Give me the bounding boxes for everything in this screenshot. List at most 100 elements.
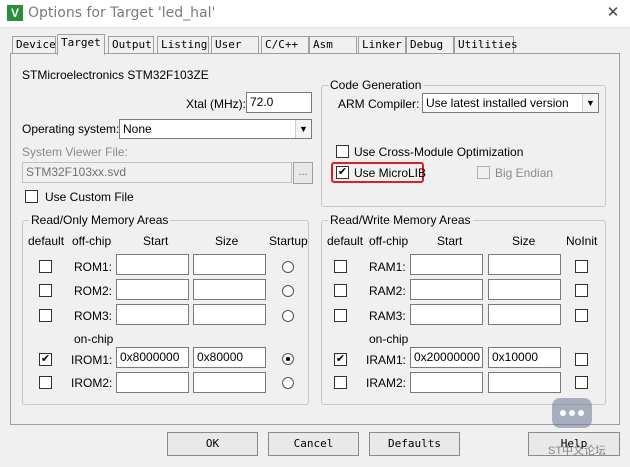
- rom1-start-input[interactable]: [116, 254, 189, 275]
- irom1-startup-radio[interactable]: [282, 353, 294, 365]
- tab-listing[interactable]: Listing: [157, 36, 209, 54]
- ram3-start-input[interactable]: [410, 304, 483, 325]
- ram1-label: RAM1:: [369, 260, 406, 274]
- rom3-start-input[interactable]: [116, 304, 189, 325]
- iram2-noinit-checkbox[interactable]: [575, 376, 588, 389]
- use-custom-file-checkbox[interactable]: [25, 190, 38, 203]
- rom2-size-input[interactable]: [193, 279, 266, 300]
- iram2-start-input[interactable]: [410, 372, 483, 393]
- rw-header-offchip: off-chip: [369, 234, 409, 248]
- irom2-label: IROM2:: [71, 376, 113, 390]
- tab-debug[interactable]: Debug: [406, 36, 454, 54]
- ro-header-size: Size: [215, 234, 239, 248]
- ro-onchip-label: on-chip: [74, 332, 114, 346]
- ram2-label: RAM2:: [369, 284, 406, 298]
- code-generation-title: Code Generation: [328, 78, 424, 92]
- watermark-text: ST中文论坛: [548, 445, 607, 457]
- cross-module-checkbox[interactable]: [336, 145, 349, 158]
- ro-header-default: default: [28, 234, 65, 248]
- irom2-size-input[interactable]: [193, 372, 266, 393]
- arm-compiler-value: Use latest installed version: [426, 96, 569, 110]
- rw-memory-title: Read/Write Memory Areas: [328, 213, 473, 227]
- ro-header-start: Start: [143, 234, 169, 248]
- irom2-startup-radio[interactable]: [282, 377, 294, 389]
- tab-asm[interactable]: Asm: [309, 36, 357, 54]
- rom3-startup-radio[interactable]: [282, 310, 294, 322]
- ro-header-startup: Startup: [269, 234, 308, 248]
- cancel-button[interactable]: Cancel: [268, 432, 359, 456]
- ro-header-offchip: off-chip: [72, 234, 112, 248]
- os-label: Operating system:: [22, 122, 120, 136]
- ro-memory-title: Read/Only Memory Areas: [29, 213, 171, 227]
- ram1-noinit-checkbox[interactable]: [575, 260, 588, 273]
- close-icon[interactable]: ✕: [602, 3, 624, 23]
- microlib-label: Use MicroLIB: [354, 166, 427, 180]
- target-panel: STMicroelectronics STM32F103ZE Xtal (MHz…: [10, 53, 620, 425]
- defaults-button[interactable]: Defaults: [369, 432, 460, 456]
- tab-target[interactable]: Target: [57, 34, 105, 55]
- ram2-size-input[interactable]: [488, 279, 561, 300]
- iram2-size-input[interactable]: [488, 372, 561, 393]
- ok-button[interactable]: OK: [167, 432, 258, 456]
- tab-utilities[interactable]: Utilities: [454, 36, 518, 54]
- window-title: Options for Target 'led_hal': [28, 5, 216, 21]
- rom2-start-input[interactable]: [116, 279, 189, 300]
- ram1-start-input[interactable]: [410, 254, 483, 275]
- rom3-label: ROM3:: [74, 309, 113, 323]
- irom1-size-input[interactable]: 0x80000: [193, 347, 266, 368]
- tab-linker[interactable]: Linker: [358, 36, 406, 54]
- xtal-input[interactable]: 72.0: [246, 92, 312, 113]
- big-endian-checkbox[interactable]: [477, 166, 490, 179]
- tab-output[interactable]: Output: [108, 36, 154, 54]
- ram3-noinit-checkbox[interactable]: [575, 309, 588, 322]
- rom2-default-checkbox[interactable]: [39, 284, 52, 297]
- title-bar: V Options for Target 'led_hal' ✕: [0, 0, 630, 28]
- os-select-value: None: [123, 122, 152, 136]
- tab-user[interactable]: User: [211, 36, 259, 54]
- iram2-label: IRAM2:: [366, 376, 407, 390]
- irom1-default-checkbox[interactable]: ✔: [39, 353, 52, 366]
- rom1-label: ROM1:: [74, 260, 113, 274]
- irom2-start-input[interactable]: [116, 372, 189, 393]
- rw-onchip-label: on-chip: [369, 332, 409, 346]
- iram1-label: IRAM1:: [366, 353, 407, 367]
- big-endian-label: Big Endian: [495, 166, 554, 180]
- use-custom-file-label: Use Custom File: [45, 190, 134, 204]
- svf-browse-button[interactable]: ...: [293, 162, 313, 184]
- irom1-label: IROM1:: [71, 353, 113, 367]
- microlib-checkbox[interactable]: ✔: [336, 166, 349, 179]
- iram1-noinit-checkbox[interactable]: [575, 353, 588, 366]
- svf-label: System Viewer File:: [22, 145, 128, 159]
- rom2-startup-radio[interactable]: [282, 285, 294, 297]
- iram1-size-input[interactable]: 0x10000: [488, 347, 561, 368]
- rom1-default-checkbox[interactable]: [39, 260, 52, 273]
- rom1-size-input[interactable]: [193, 254, 266, 275]
- os-select[interactable]: None ▼: [119, 119, 312, 139]
- device-name: STMicroelectronics STM32F103ZE: [22, 68, 209, 82]
- rom3-size-input[interactable]: [193, 304, 266, 325]
- ram2-default-checkbox[interactable]: [334, 284, 347, 297]
- ram3-default-checkbox[interactable]: [334, 309, 347, 322]
- ram3-label: RAM3:: [369, 309, 406, 323]
- irom1-start-input[interactable]: 0x8000000: [116, 347, 189, 368]
- irom2-default-checkbox[interactable]: [39, 376, 52, 389]
- iram1-default-checkbox[interactable]: ✔: [334, 353, 347, 366]
- svf-input[interactable]: STM32F103xx.svd: [22, 162, 292, 183]
- ram2-start-input[interactable]: [410, 279, 483, 300]
- rw-header-size: Size: [512, 234, 536, 248]
- rom3-default-checkbox[interactable]: [39, 309, 52, 322]
- iram2-default-checkbox[interactable]: [334, 376, 347, 389]
- ram1-size-input[interactable]: [488, 254, 561, 275]
- tab-c-cpp[interactable]: C/C++: [261, 36, 309, 54]
- iram1-start-input[interactable]: 0x20000000: [410, 347, 483, 368]
- ram2-noinit-checkbox[interactable]: [575, 284, 588, 297]
- rw-header-noinit: NoInit: [566, 234, 598, 248]
- xtal-label: Xtal (MHz):: [186, 97, 246, 111]
- rom1-startup-radio[interactable]: [282, 261, 294, 273]
- cross-module-label: Use Cross-Module Optimization: [354, 145, 524, 159]
- ram1-default-checkbox[interactable]: [334, 260, 347, 273]
- arm-compiler-select[interactable]: Use latest installed version ▼: [422, 93, 599, 113]
- ram3-size-input[interactable]: [488, 304, 561, 325]
- tab-device[interactable]: Device: [12, 36, 56, 54]
- forum-watermark: ST中文论坛: [548, 392, 626, 464]
